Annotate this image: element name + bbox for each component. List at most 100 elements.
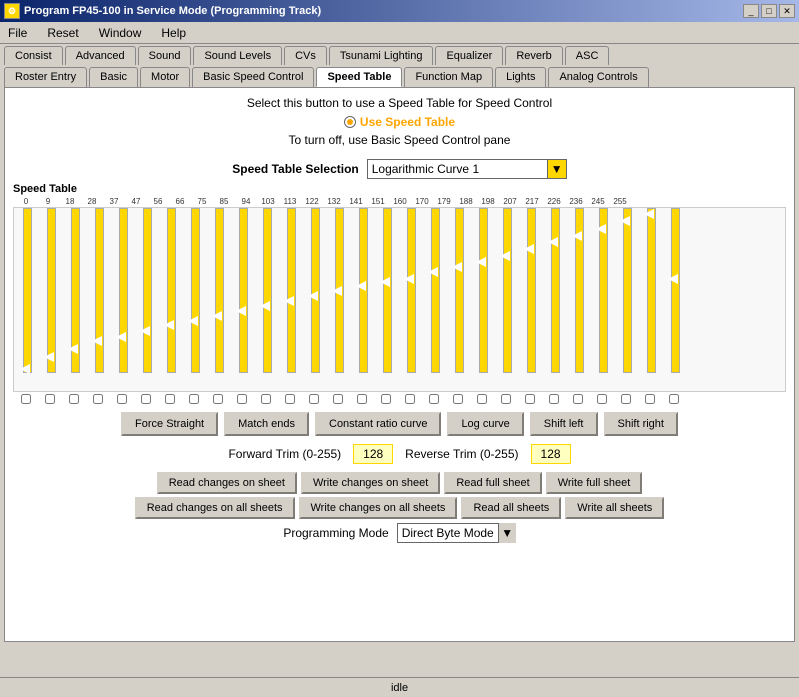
menu-file[interactable]: File	[4, 26, 31, 40]
tab-motor[interactable]: Motor	[140, 67, 190, 87]
slider-checkbox-25[interactable]	[621, 394, 631, 404]
slider-checkbox-15[interactable]	[381, 394, 391, 404]
slider-checkbox-2[interactable]	[69, 394, 79, 404]
slider-track-2[interactable]	[71, 208, 80, 373]
tab-asc[interactable]: ASC	[565, 46, 610, 65]
shift-right-btn[interactable]: Shift right	[604, 412, 678, 436]
slider-checkbox-6[interactable]	[165, 394, 175, 404]
slider-track-11[interactable]	[287, 208, 296, 373]
slider-track-9[interactable]	[239, 208, 248, 373]
close-btn[interactable]: ✕	[779, 4, 795, 18]
slider-track-24[interactable]	[599, 208, 608, 373]
slider-track-13[interactable]	[335, 208, 344, 373]
match-ends-btn[interactable]: Match ends	[224, 412, 309, 436]
slider-checkbox-3[interactable]	[93, 394, 103, 404]
slider-track-26[interactable]	[647, 208, 656, 373]
maximize-btn[interactable]: □	[761, 4, 777, 18]
tab-lights[interactable]: Lights	[495, 67, 546, 87]
write-all-sheets-btn[interactable]: Write all sheets	[565, 497, 664, 519]
slider-track-18[interactable]	[455, 208, 464, 373]
slider-track-0[interactable]	[23, 208, 32, 373]
slider-checkbox-20[interactable]	[501, 394, 511, 404]
read-all-sheets-btn[interactable]: Read all sheets	[461, 497, 561, 519]
slider-checkbox-4[interactable]	[117, 394, 127, 404]
tab-function-map[interactable]: Function Map	[404, 67, 493, 87]
speed-table-select[interactable]: Logarithmic Curve 1 Logarithmic Curve 2 …	[367, 159, 567, 179]
forward-trim-input[interactable]	[353, 444, 393, 464]
write-changes-sheet-btn[interactable]: Write changes on sheet	[301, 472, 440, 494]
tab-analog-controls[interactable]: Analog Controls	[548, 67, 648, 87]
slider-track-8[interactable]	[215, 208, 224, 373]
log-curve-btn[interactable]: Log curve	[447, 412, 523, 436]
slider-checkbox-16[interactable]	[405, 394, 415, 404]
slider-checkbox-19[interactable]	[477, 394, 487, 404]
slider-checkbox-13[interactable]	[333, 394, 343, 404]
slider-checkbox-18[interactable]	[453, 394, 463, 404]
tab-reverb[interactable]: Reverb	[505, 46, 562, 65]
slider-checkbox-17[interactable]	[429, 394, 439, 404]
menu-window[interactable]: Window	[95, 26, 146, 40]
slider-checkbox-11[interactable]	[285, 394, 295, 404]
slider-checkbox-10[interactable]	[261, 394, 271, 404]
tab-speed-table[interactable]: Speed Table	[316, 67, 402, 87]
slider-track-16[interactable]	[407, 208, 416, 373]
slider-checkbox-7[interactable]	[189, 394, 199, 404]
menu-reset[interactable]: Reset	[43, 26, 82, 40]
tab-sound-levels[interactable]: Sound Levels	[193, 46, 282, 65]
read-changes-all-btn[interactable]: Read changes on all sheets	[135, 497, 295, 519]
force-straight-btn[interactable]: Force Straight	[121, 412, 218, 436]
tab-sound[interactable]: Sound	[138, 46, 192, 65]
slider-track-3[interactable]	[95, 208, 104, 373]
slider-track-6[interactable]	[167, 208, 176, 373]
slider-checkbox-21[interactable]	[525, 394, 535, 404]
slider-track-25[interactable]	[623, 208, 632, 373]
slider-track-12[interactable]	[311, 208, 320, 373]
slider-checkbox-1[interactable]	[45, 394, 55, 404]
minimize-btn[interactable]: _	[743, 4, 759, 18]
slider-track-27[interactable]	[671, 208, 680, 373]
shift-left-btn[interactable]: Shift left	[530, 412, 598, 436]
slider-track-19[interactable]	[479, 208, 488, 373]
slider-track-10[interactable]	[263, 208, 272, 373]
tab-roster-entry[interactable]: Roster Entry	[4, 67, 87, 87]
tab-advanced[interactable]: Advanced	[65, 46, 136, 65]
reverse-trim-input[interactable]	[531, 444, 571, 464]
read-changes-sheet-btn[interactable]: Read changes on sheet	[157, 472, 297, 494]
prog-mode-select[interactable]: Direct Byte Mode Paged Mode Register Mod…	[397, 523, 516, 543]
write-full-sheet-btn[interactable]: Write full sheet	[546, 472, 643, 494]
slider-checkbox-24[interactable]	[597, 394, 607, 404]
slider-checkbox-5[interactable]	[141, 394, 151, 404]
slider-checkbox-23[interactable]	[573, 394, 583, 404]
slider-track-7[interactable]	[191, 208, 200, 373]
tab-equalizer[interactable]: Equalizer	[435, 46, 503, 65]
tab-tsunami-lighting[interactable]: Tsunami Lighting	[329, 46, 434, 65]
slider-checkbox-26[interactable]	[645, 394, 655, 404]
slider-track-23[interactable]	[575, 208, 584, 373]
slider-checkbox-8[interactable]	[213, 394, 223, 404]
tab-cvs[interactable]: CVs	[284, 46, 327, 65]
slider-checkbox-22[interactable]	[549, 394, 559, 404]
slider-checkbox-14[interactable]	[357, 394, 367, 404]
slider-track-5[interactable]	[143, 208, 152, 373]
tab-basic[interactable]: Basic	[89, 67, 138, 87]
slider-track-4[interactable]	[119, 208, 128, 373]
slider-track-21[interactable]	[527, 208, 536, 373]
read-full-sheet-btn[interactable]: Read full sheet	[444, 472, 541, 494]
write-changes-all-btn[interactable]: Write changes on all sheets	[299, 497, 458, 519]
use-speed-table-radio[interactable]: Use Speed Table	[344, 115, 455, 129]
slider-track-20[interactable]	[503, 208, 512, 373]
slider-checkbox-9[interactable]	[237, 394, 247, 404]
slider-checkbox-27[interactable]	[669, 394, 679, 404]
slider-track-14[interactable]	[359, 208, 368, 373]
slider-checkbox-0[interactable]	[21, 394, 31, 404]
menu-help[interactable]: Help	[157, 26, 190, 40]
slider-track-17[interactable]	[431, 208, 440, 373]
radio-row[interactable]: Use Speed Table	[13, 114, 786, 129]
slider-checkbox-12[interactable]	[309, 394, 319, 404]
slider-track-15[interactable]	[383, 208, 392, 373]
tab-basic-speed-control[interactable]: Basic Speed Control	[192, 67, 314, 87]
slider-track-1[interactable]	[47, 208, 56, 373]
title-bar-controls[interactable]: _ □ ✕	[743, 4, 795, 18]
constant-ratio-btn[interactable]: Constant ratio curve	[315, 412, 441, 436]
slider-track-22[interactable]	[551, 208, 560, 373]
